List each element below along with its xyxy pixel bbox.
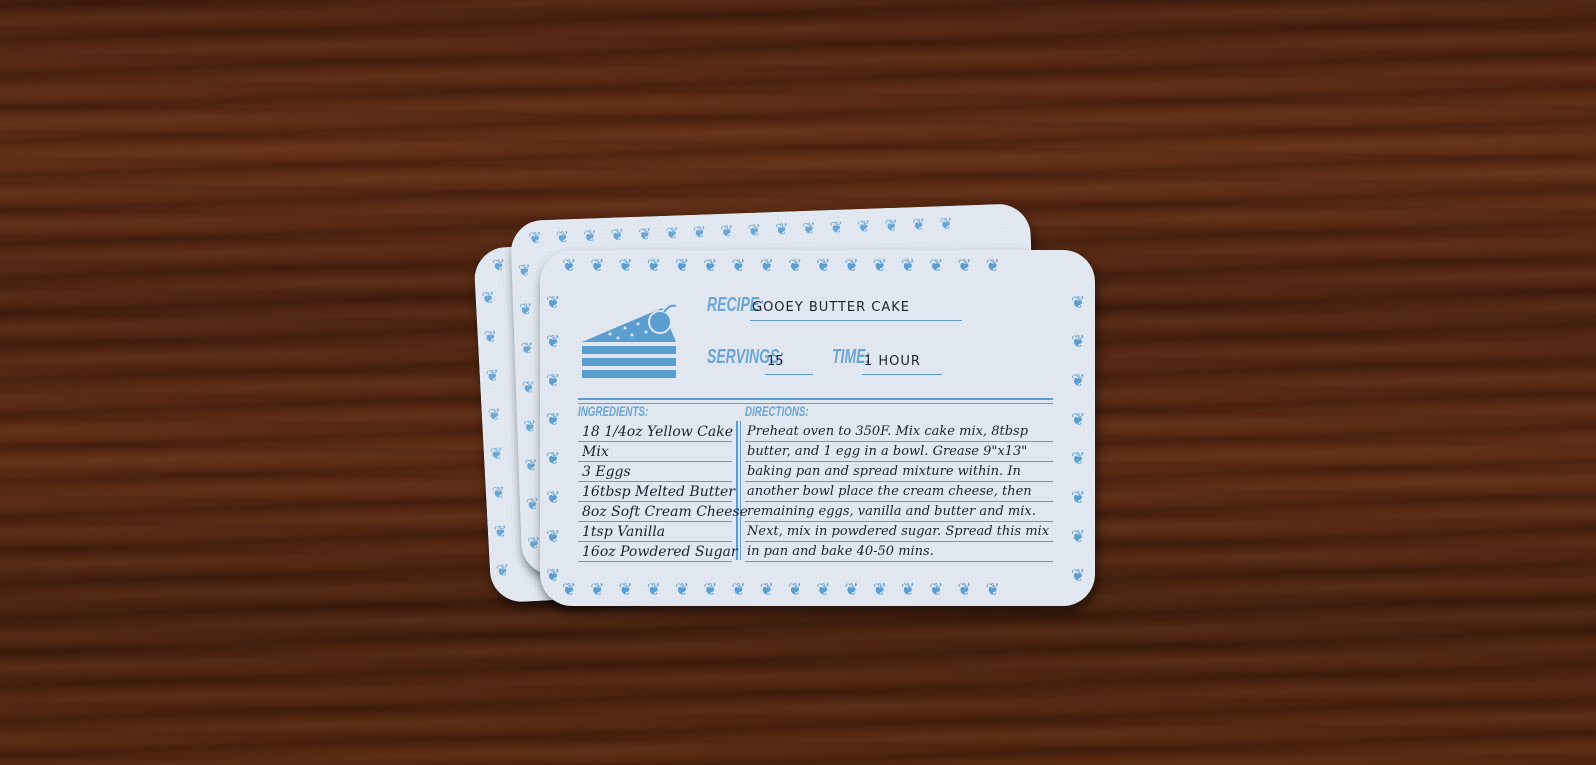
ingredient-line	[578, 441, 732, 442]
ingredient-line	[578, 541, 732, 542]
ingredient-line	[578, 461, 732, 462]
direction-rule	[745, 501, 1053, 502]
column-divider	[736, 421, 738, 560]
flourish-border-icon: ❦ ❦ ❦ ❦ ❦ ❦ ❦ ❦	[546, 293, 561, 586]
ingredient-item: 8oz Soft Cream Cheese	[582, 504, 748, 520]
recipe-name: GOOEY BUTTER CAKE	[752, 300, 911, 315]
ingredient-item: Mix	[582, 444, 609, 460]
flourish-border-icon: ❦ ❦ ❦ ❦ ❦ ❦ ❦ ❦	[1071, 293, 1086, 586]
cake-slice-icon	[582, 304, 677, 378]
ingredient-item: 1tsp Vanilla	[582, 524, 666, 540]
direction-line: Next, mix in powdered sugar. Spread this…	[747, 524, 1050, 539]
ingredient-item: 16oz Powdered Sugar	[582, 544, 738, 560]
direction-rule	[745, 481, 1053, 482]
ingredient-line	[578, 521, 732, 522]
direction-line: in pan and bake 40-50 mins.	[747, 544, 934, 559]
direction-line: baking pan and spread mixture within. In	[747, 464, 1021, 479]
direction-line: remaining eggs, vanilla and butter and m…	[747, 504, 1036, 519]
ingredients-label: INGREDIENTS:	[578, 403, 649, 419]
directions-label: DIRECTIONS:	[745, 403, 809, 419]
direction-rule	[745, 521, 1053, 522]
flourish-border-icon: ❦ ❦ ❦ ❦ ❦ ❦ ❦ ❦	[481, 287, 510, 581]
direction-rule	[745, 561, 1053, 562]
ingredient-line	[578, 501, 732, 502]
recipe-underline	[750, 320, 962, 321]
ingredient-line	[578, 481, 732, 482]
header-rule	[578, 398, 1053, 400]
servings-value: 15	[767, 354, 784, 369]
servings-underline	[765, 374, 813, 375]
ingredient-line	[578, 561, 732, 562]
column-divider	[740, 421, 741, 560]
flourish-border-icon: ❦❦❦❦❦❦❦❦❦❦❦❦❦❦❦❦	[562, 256, 1014, 276]
header-rule	[578, 403, 1053, 404]
direction-line: Preheat oven to 350F. Mix cake mix, 8tbs…	[747, 424, 1029, 439]
flourish-border-icon: ❦❦❦❦❦❦❦❦❦❦❦❦❦❦❦❦	[562, 580, 1014, 600]
ingredient-item: 18 1/4oz Yellow Cake	[582, 424, 734, 440]
time-value: 1 HOUR	[864, 354, 921, 369]
direction-rule	[745, 441, 1053, 442]
ingredient-item: 3 Eggs	[582, 464, 631, 480]
ingredient-item: 16tbsp Melted Butter	[582, 484, 735, 500]
direction-line: another bowl place the cream cheese, the…	[747, 484, 1032, 499]
direction-rule	[745, 541, 1053, 542]
flourish-border-icon: ❦❦❦❦❦❦❦❦❦❦❦❦❦❦❦❦	[528, 213, 968, 248]
direction-rule	[745, 461, 1053, 462]
front-recipe-card: ❦❦❦❦❦❦❦❦❦❦❦❦❦❦❦❦ ❦❦❦❦❦❦❦❦❦❦❦❦❦❦❦❦ ❦ ❦ ❦ …	[540, 250, 1095, 606]
time-underline	[862, 374, 942, 375]
direction-line: butter, and 1 egg in a bowl. Grease 9"x1…	[747, 444, 1028, 459]
